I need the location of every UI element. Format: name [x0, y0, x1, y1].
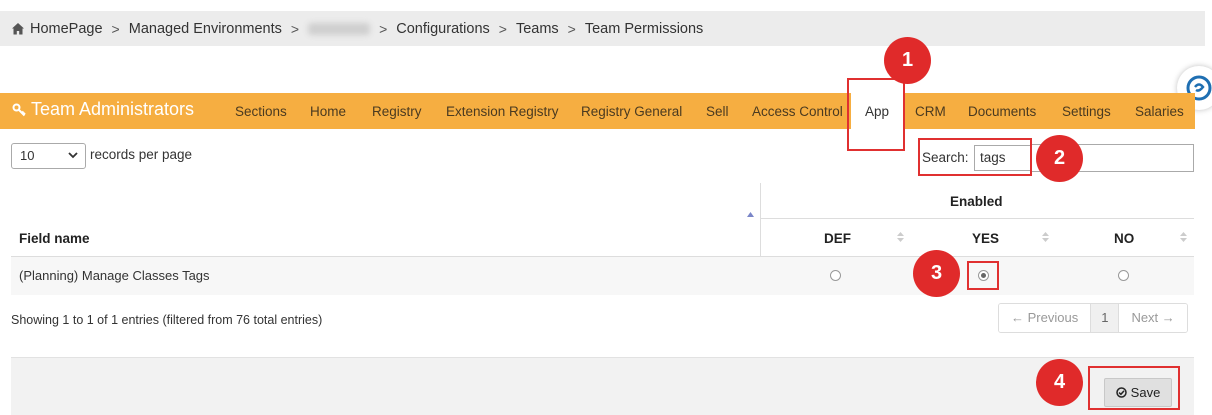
table-divider	[761, 218, 1194, 219]
sort-icon[interactable]	[897, 231, 904, 243]
tab-salaries[interactable]: Salaries	[1135, 104, 1184, 119]
breadcrumb-configurations[interactable]: Configurations	[396, 21, 490, 37]
breadcrumb-separator: >	[498, 20, 507, 37]
home-icon	[12, 22, 24, 34]
key-icon	[12, 103, 26, 116]
header-title-text: Team Administrators	[31, 99, 195, 119]
tab-sections[interactable]: Sections	[235, 104, 287, 119]
column-yes[interactable]: YES	[972, 231, 999, 246]
annotation-badge-2: 2	[1036, 135, 1083, 182]
records-per-page-label: records per page	[90, 147, 193, 162]
radio-no[interactable]	[1118, 270, 1129, 281]
row-field-name: (Planning) Manage Classes Tags	[19, 268, 210, 283]
annotation-box-yes-radio	[967, 261, 999, 290]
annotation-badge-4: 4	[1036, 359, 1083, 406]
sort-asc-icon[interactable]	[747, 210, 754, 222]
column-no[interactable]: NO	[1114, 231, 1134, 246]
annotation-badge-1: 1	[884, 37, 931, 84]
sort-icon[interactable]	[1180, 231, 1187, 243]
tab-settings[interactable]: Settings	[1062, 104, 1111, 119]
records-per-page-select[interactable]: 10	[11, 143, 86, 169]
pagination-next[interactable]: Next →	[1119, 304, 1187, 332]
breadcrumb-redacted-environment[interactable]	[308, 22, 371, 35]
breadcrumb-separator: >	[567, 20, 576, 37]
header-title: Team Administrators	[12, 99, 194, 120]
tab-access-control[interactable]: Access Control	[752, 104, 843, 119]
tab-extension-registry[interactable]: Extension Registry	[446, 104, 559, 119]
breadcrumb-separator: >	[111, 20, 120, 37]
breadcrumb: HomePage > Managed Environments > > Conf…	[0, 11, 1205, 46]
annotation-box-save	[1088, 366, 1180, 410]
tab-registry[interactable]: Registry	[372, 104, 422, 119]
sort-icon[interactable]	[1042, 231, 1049, 243]
annotation-box-search	[918, 138, 1032, 176]
table-info: Showing 1 to 1 of 1 entries (filtered fr…	[11, 313, 323, 327]
annotation-badge-3: 3	[913, 250, 960, 297]
breadcrumb-home[interactable]: HomePage	[30, 21, 103, 37]
tab-home[interactable]: Home	[310, 104, 346, 119]
tab-sell[interactable]: Sell	[706, 104, 729, 119]
breadcrumb-managed-environments[interactable]: Managed Environments	[129, 21, 282, 37]
pagination-page-1[interactable]: 1	[1091, 304, 1120, 332]
breadcrumb-teams[interactable]: Teams	[516, 21, 559, 37]
column-field-name[interactable]: Field name	[19, 231, 90, 246]
tab-documents[interactable]: Documents	[968, 104, 1036, 119]
form-footer	[11, 357, 1194, 415]
annotation-box-app-tab	[847, 78, 905, 151]
tab-registry-general[interactable]: Registry General	[581, 104, 682, 119]
breadcrumb-separator: >	[379, 20, 388, 37]
tab-crm[interactable]: CRM	[915, 104, 946, 119]
records-per-page-value: 10	[20, 148, 35, 163]
column-def[interactable]: DEF	[824, 231, 851, 246]
pagination-previous[interactable]: ← Previous	[999, 304, 1092, 332]
breadcrumb-team-permissions: Team Permissions	[584, 20, 704, 37]
radio-def[interactable]	[830, 270, 841, 281]
pagination: ← Previous 1 Next →	[998, 303, 1188, 333]
chevron-down-icon	[68, 152, 78, 159]
breadcrumb-separator: >	[290, 20, 300, 37]
enabled-group-header: Enabled	[950, 194, 1003, 209]
